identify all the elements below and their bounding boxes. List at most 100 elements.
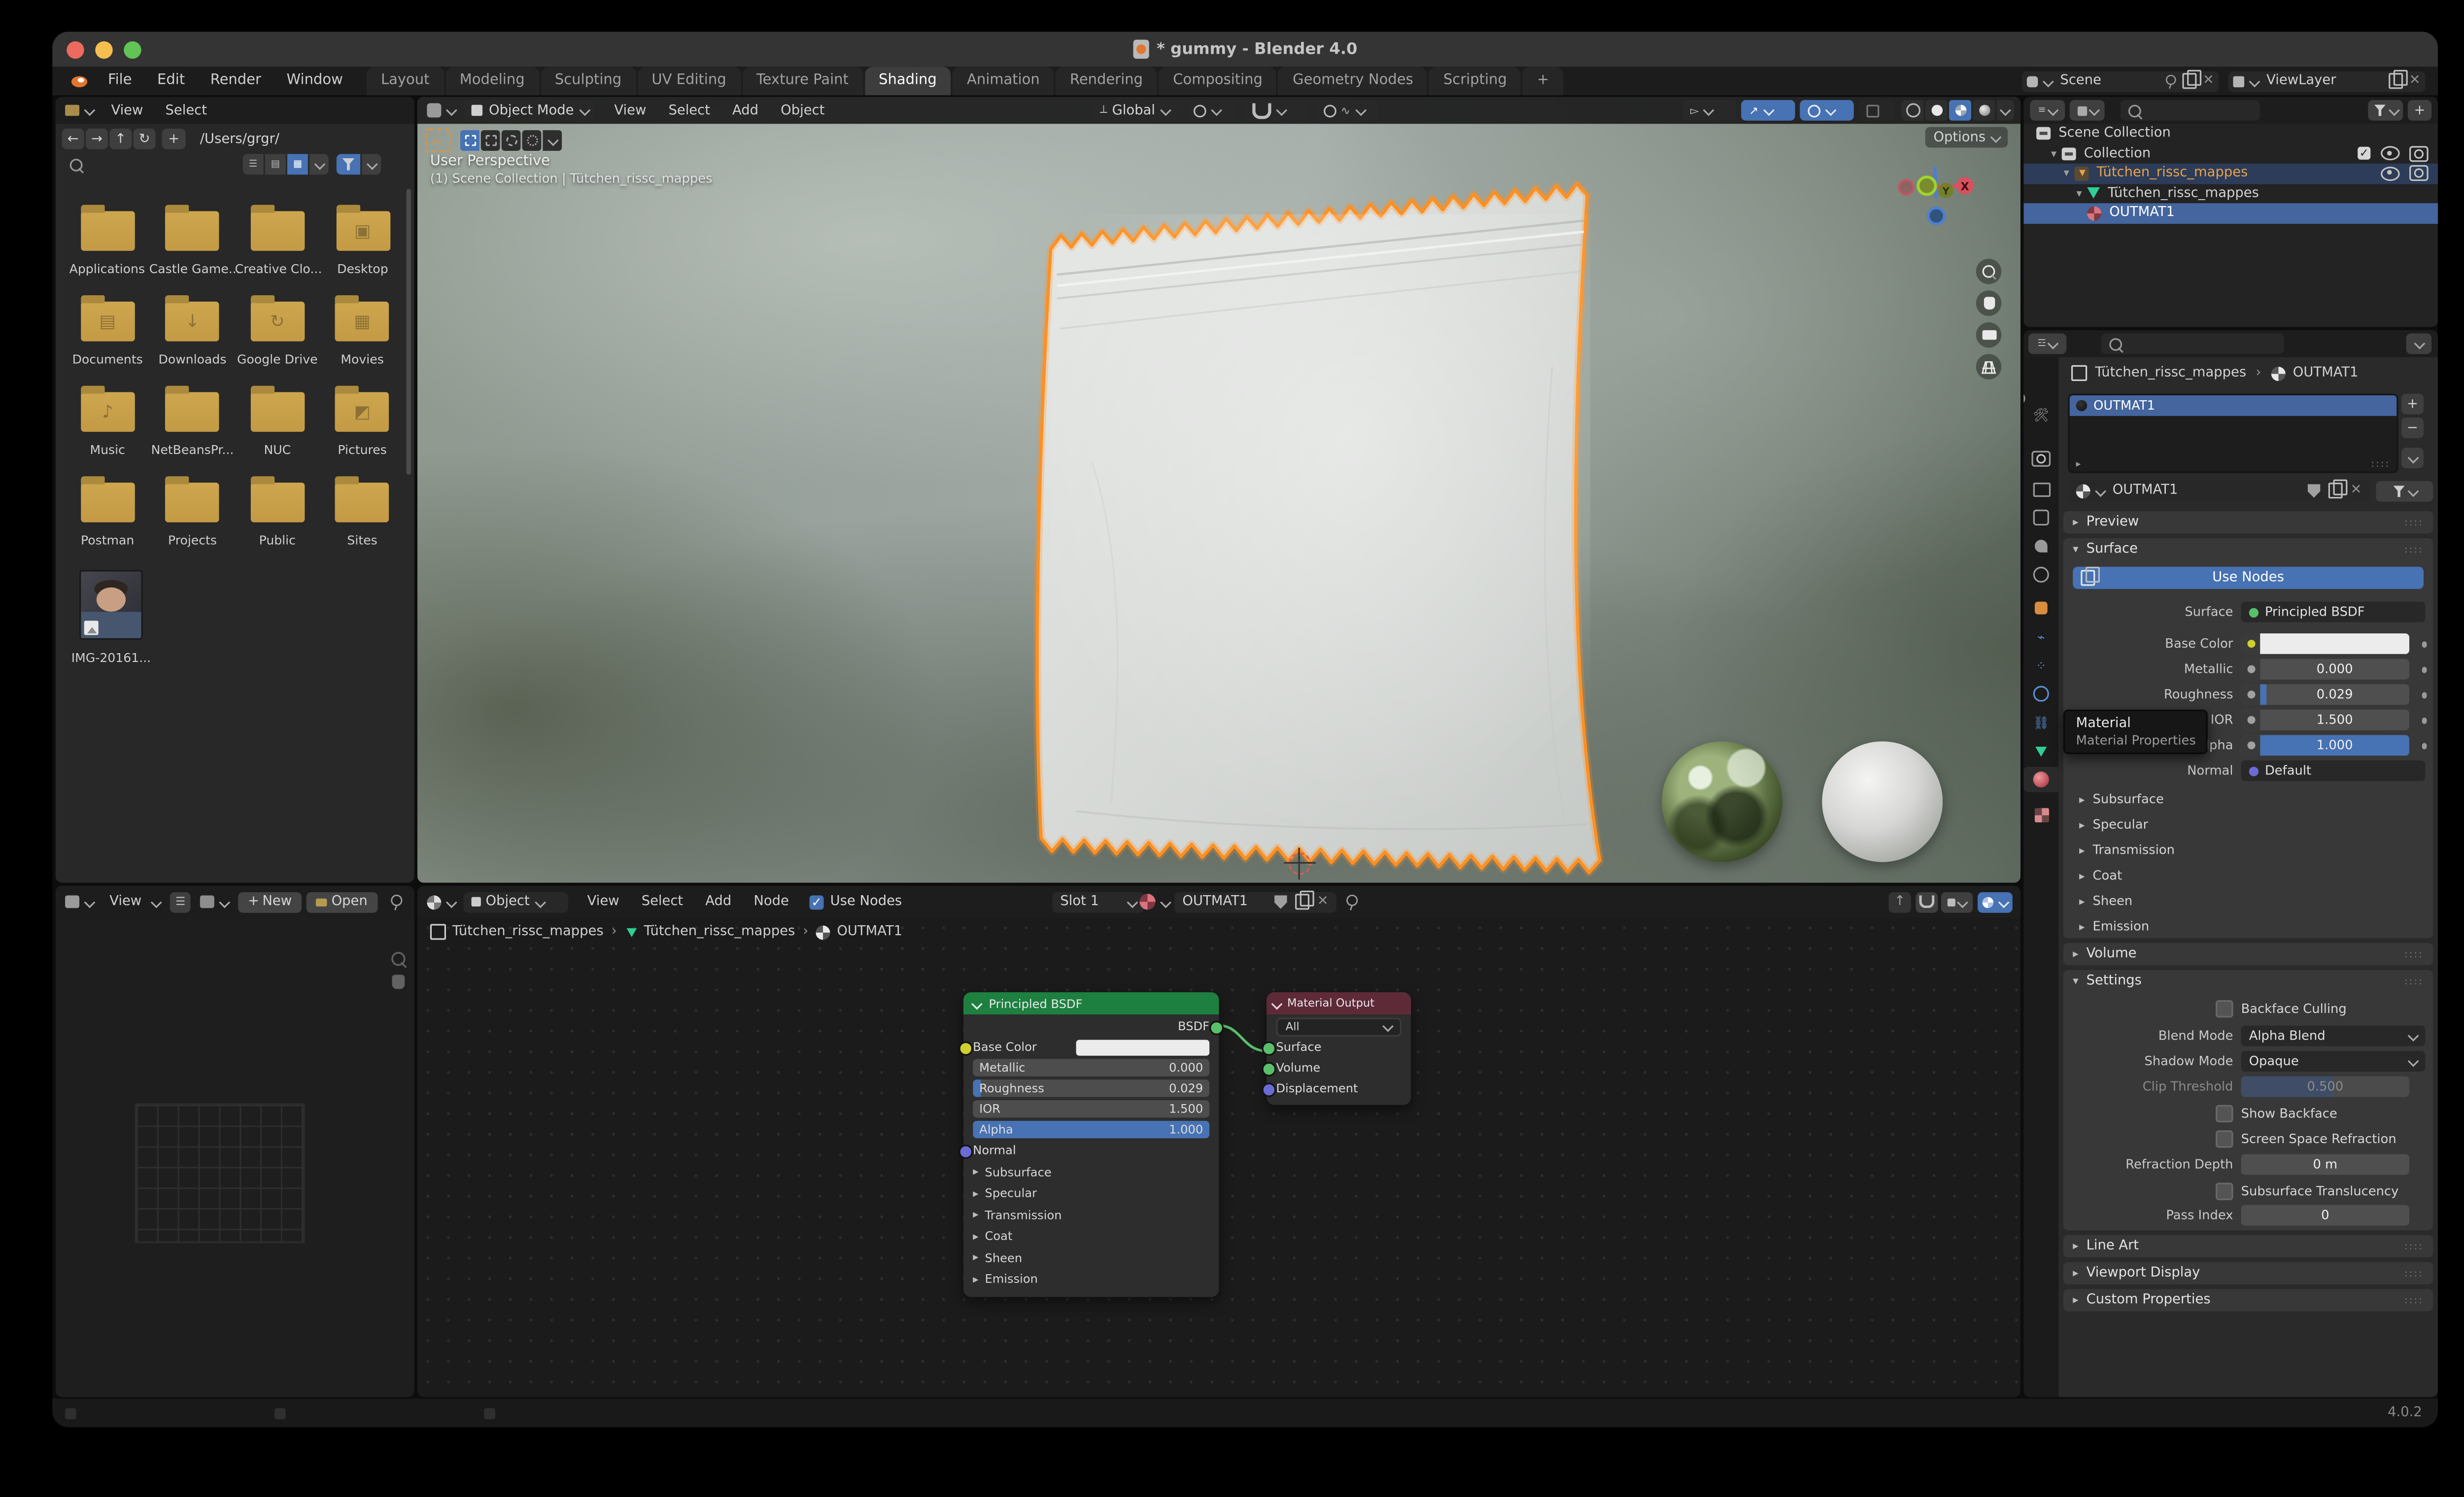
- outliner-row-scene-collection[interactable]: Scene Collection: [2023, 124, 2438, 143]
- menu-window[interactable]: Window: [274, 67, 356, 95]
- select-circle-button[interactable]: [501, 130, 521, 151]
- clip-threshold-slider[interactable]: 0.500: [2241, 1076, 2410, 1097]
- tab-animation[interactable]: Animation: [953, 67, 1054, 96]
- tab-modeling[interactable]: Modeling: [445, 67, 539, 96]
- tab-layout[interactable]: Layout: [366, 67, 444, 96]
- pin-icon[interactable]: [1345, 894, 1358, 909]
- principled-bsdf-node[interactable]: Principled BSDF BSDF Base Color Metallic…: [958, 992, 1224, 1296]
- shading-material-preview-button[interactable]: [1949, 100, 1972, 121]
- normal-row[interactable]: Normal: [958, 1142, 1209, 1159]
- base-color-row[interactable]: Base Color: [958, 1038, 1210, 1056]
- node-header[interactable]: Material Output: [1266, 992, 1411, 1015]
- duplicate-material-icon[interactable]: [1295, 890, 1314, 910]
- active-tool-icon[interactable]: ▻: [425, 128, 451, 153]
- shader-type-dropdown[interactable]: Object: [463, 891, 569, 912]
- shadow-mode-dropdown[interactable]: Opaque: [2241, 1051, 2426, 1072]
- normal-value-field[interactable]: Default: [2241, 760, 2426, 781]
- blender-logo-icon[interactable]: [68, 70, 89, 91]
- outliner-filter-dropdown[interactable]: [2368, 100, 2403, 121]
- menu-render[interactable]: Render: [198, 67, 274, 95]
- overlays-toggle[interactable]: [1800, 100, 1854, 121]
- properties-options-dropdown[interactable]: [2406, 333, 2432, 354]
- folder-item[interactable]: ▦ Movies: [320, 295, 405, 367]
- select-lasso-button[interactable]: [522, 130, 542, 151]
- tab-geometry-nodes[interactable]: Geometry Nodes: [1278, 67, 1428, 96]
- screen-space-refraction-row[interactable]: Screen Space Refraction: [2216, 1129, 2396, 1149]
- ior-slider[interactable]: 1.500: [2241, 709, 2410, 731]
- forward-button[interactable]: →: [85, 128, 108, 149]
- animate-dot[interactable]: [2421, 717, 2427, 724]
- tab-particles[interactable]: ⁘: [2023, 653, 2058, 678]
- shading-dropdown[interactable]: [1996, 100, 2015, 121]
- surface-input-socket[interactable]: [1262, 1041, 1276, 1056]
- collection-checkbox[interactable]: ✓: [2358, 147, 2371, 160]
- tab-uv-editing[interactable]: UV Editing: [637, 67, 741, 96]
- camera-view-button[interactable]: [1976, 322, 2002, 348]
- shading-rendered-button[interactable]: [1973, 100, 1995, 121]
- select-box-button[interactable]: [480, 130, 500, 151]
- new-view-layer-icon[interactable]: [2388, 70, 2408, 89]
- path-field[interactable]: /Users/grgr/: [192, 128, 408, 149]
- shader-view-menu[interactable]: View: [576, 894, 630, 909]
- specular-section[interactable]: ▸ Specular: [973, 1184, 1209, 1202]
- subsurface-subpanel[interactable]: ▸ Subsurface: [2079, 789, 2164, 810]
- bag-object[interactable]: [1028, 176, 1616, 882]
- roughness-slider[interactable]: Roughness 0.029: [973, 1079, 1210, 1097]
- duplicate-material-icon[interactable]: [2328, 479, 2348, 499]
- material-name-field[interactable]: OUTMAT1 ✕: [1174, 890, 1336, 912]
- file-browser-type-icon[interactable]: [65, 104, 80, 116]
- tab-compositing[interactable]: Compositing: [1159, 67, 1277, 96]
- viewport-view-menu[interactable]: View: [603, 103, 657, 118]
- proportional-editing-dropdown[interactable]: ∿: [1315, 100, 1379, 121]
- folder-item[interactable]: ↓ Downloads: [150, 295, 235, 367]
- tab-render[interactable]: [2023, 446, 2058, 472]
- material-id-field[interactable]: OUTMAT1 ✕: [2068, 479, 2370, 502]
- tab-scripting[interactable]: Scripting: [1429, 67, 1521, 96]
- transmission-subpanel[interactable]: ▸ Transmission: [2079, 840, 2175, 861]
- tab-shading[interactable]: Shading: [864, 67, 951, 96]
- metallic-slider[interactable]: 0.000: [2241, 659, 2410, 680]
- snap-dropdown[interactable]: [1244, 100, 1308, 121]
- pass-index-field[interactable]: 0: [2241, 1205, 2410, 1226]
- fake-user-icon[interactable]: [1274, 894, 1287, 909]
- close-icon[interactable]: ✕: [2203, 73, 2214, 89]
- pin-icon[interactable]: [2164, 74, 2176, 88]
- image-file-item[interactable]: IMG-20161...: [68, 570, 154, 665]
- image-open-button[interactable]: Open: [306, 891, 377, 912]
- image-menu-button[interactable]: ☰: [170, 891, 191, 912]
- folder-item[interactable]: Sites: [320, 476, 405, 548]
- output-target-dropdown[interactable]: All: [1276, 1016, 1402, 1036]
- folder-item[interactable]: ◩ Pictures: [320, 385, 405, 457]
- viewport-type-icon[interactable]: [427, 103, 442, 118]
- pan-hand-button[interactable]: [1976, 290, 2002, 316]
- gizmos-toggle[interactable]: ↗: [1741, 100, 1795, 121]
- options-dropdown[interactable]: Options: [1925, 127, 2008, 148]
- tab-object[interactable]: [2023, 595, 2058, 621]
- tab-physics[interactable]: [2023, 681, 2058, 707]
- slot-expand-icon[interactable]: ▸: [2076, 459, 2081, 470]
- close-icon[interactable]: ✕: [2409, 73, 2421, 89]
- scene-selector[interactable]: Scene ✕: [2022, 70, 2219, 92]
- shader-add-menu[interactable]: Add: [694, 894, 743, 909]
- bsdf-output-socket[interactable]: [1209, 1020, 1224, 1035]
- animate-dot[interactable]: [2421, 743, 2427, 749]
- select-tweak-button[interactable]: [460, 130, 479, 151]
- outliner-search-input[interactable]: [2120, 100, 2260, 121]
- tab-view-layer[interactable]: [2023, 505, 2058, 530]
- tab-sculpting[interactable]: Sculpting: [540, 67, 636, 96]
- animate-dot[interactable]: [2421, 641, 2427, 647]
- surface-value-field[interactable]: Principled BSDF: [2241, 601, 2426, 623]
- hide-eye-icon[interactable]: [2381, 146, 2400, 161]
- slot-specials-dropdown[interactable]: [2401, 448, 2424, 469]
- list-resize-grip[interactable]: ::::: [2371, 459, 2390, 470]
- overlay-toggle-dropdown[interactable]: [1977, 891, 2013, 912]
- pivot-point-dropdown[interactable]: [1185, 100, 1236, 121]
- new-scene-icon[interactable]: [2182, 70, 2201, 89]
- pin-icon[interactable]: [389, 894, 402, 909]
- folder-item[interactable]: Postman: [65, 476, 150, 548]
- viewport-object-menu[interactable]: Object: [770, 103, 836, 118]
- display-list-button[interactable]: ☰: [242, 154, 264, 175]
- custom-properties-panel[interactable]: ▸ Custom Properties::::: [2063, 1289, 2433, 1312]
- animate-dot[interactable]: [2421, 666, 2427, 672]
- show-backface-row[interactable]: Show Backface: [2216, 1103, 2337, 1124]
